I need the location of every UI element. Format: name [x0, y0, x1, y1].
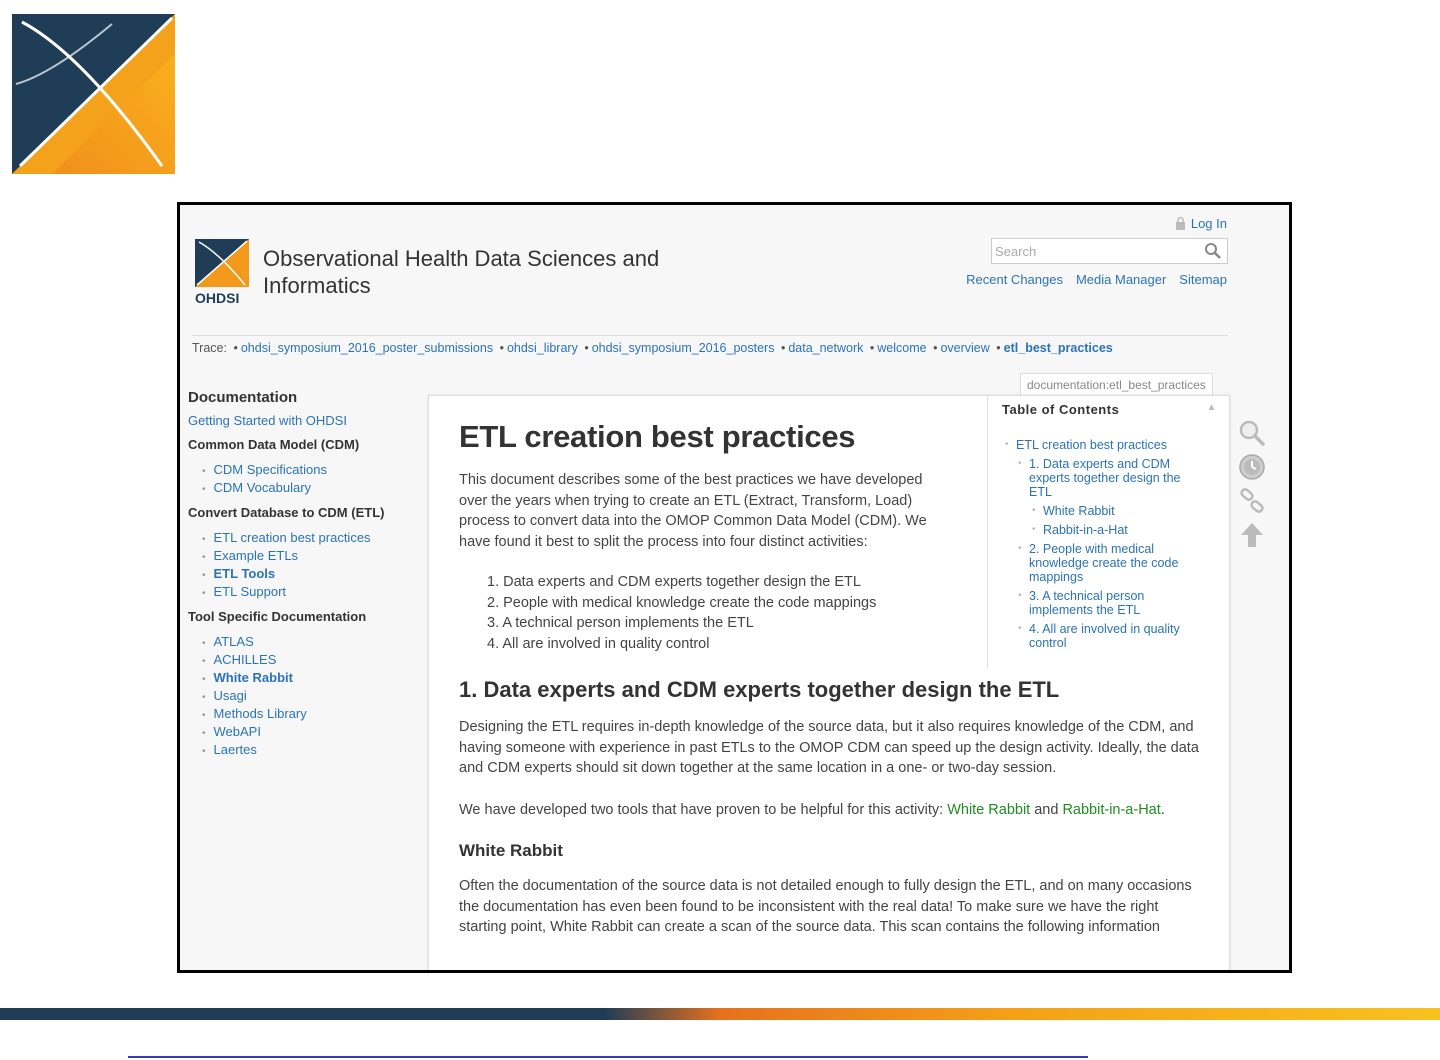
list-item: 3. A technical person implements the ETL	[487, 615, 754, 631]
search-box	[991, 238, 1228, 264]
sidebar-item: White Rabbit	[202, 669, 418, 687]
page-id-tab: documentation:etl_best_practices	[1020, 373, 1213, 396]
sidebar-section-title: Common Data Model (CDM)	[188, 437, 360, 452]
paragraph: Often the documentation of the source da…	[459, 878, 1192, 935]
rabbit-in-a-hat-link[interactable]: Rabbit-in-a-Hat	[1062, 802, 1160, 818]
toc-title: Table of Contents	[1002, 402, 1120, 417]
site-title[interactable]: Observational Health Data Sciences and I…	[263, 245, 703, 299]
arrow-up-icon[interactable]	[1238, 521, 1266, 549]
sidebar-item-example-etls[interactable]: Example ETLs	[214, 548, 299, 563]
footer-gradient-bar	[0, 1008, 1440, 1020]
sidebar-item-atlas[interactable]: ATLAS	[214, 634, 254, 649]
sidebar-item: ACHILLES	[202, 651, 418, 669]
sidebar-section-title: Tool Specific Documentation	[188, 609, 367, 624]
search-icon[interactable]	[1204, 242, 1222, 260]
lock-icon	[1175, 217, 1185, 230]
sidebar-item: CDM Vocabulary	[202, 479, 418, 497]
sidebar-item-etl-support[interactable]: ETL Support	[214, 584, 287, 599]
sidebar-section-title: Convert Database to CDM (ETL)	[188, 505, 385, 520]
sidebar-item: CDM Specifications	[202, 461, 418, 479]
subsection-heading: White Rabbit	[459, 841, 563, 860]
sitemap-link[interactable]: Sitemap	[1179, 272, 1227, 287]
trace-label: Trace:	[192, 341, 227, 355]
recent-changes-link[interactable]: Recent Changes	[966, 272, 1063, 287]
trace-item[interactable]: data_network	[788, 341, 863, 355]
steps-list: 1. Data experts and CDM experts together…	[487, 572, 1199, 654]
paragraph: Designing the ETL requires in-depth know…	[459, 719, 1199, 776]
breadcrumb: Trace: • ohdsi_symposium_2016_poster_subm…	[192, 335, 1228, 355]
magnifier-tool-icon[interactable]	[1238, 419, 1266, 447]
sidebar: Documentation Getting Started with OHDSI…	[188, 389, 418, 759]
sidebar-item: Usagi	[202, 687, 418, 705]
list-item: 1. Data experts and CDM experts together…	[487, 574, 861, 590]
svg-text:OHDSI: OHDSI	[195, 290, 239, 306]
login-label[interactable]: Log In	[1191, 216, 1227, 231]
main-content: Table of Contents ▲ ETL creation best pr…	[428, 395, 1230, 970]
paragraph: We have developed two tools that have pr…	[459, 800, 1199, 821]
sidebar-item-etl-tools[interactable]: ETL Tools	[214, 566, 276, 581]
paragraph-text: We have developed two tools that have pr…	[459, 801, 948, 818]
sidebar-item-cdm-vocabulary[interactable]: CDM Vocabulary	[214, 480, 312, 495]
white-rabbit-link[interactable]: White Rabbit	[947, 802, 1030, 818]
trace-item[interactable]: ohdsi_library	[507, 341, 578, 355]
sidebar-item-etl-best-practices[interactable]: ETL creation best practices	[214, 530, 371, 545]
sidebar-item-white-rabbit[interactable]: White Rabbit	[214, 670, 293, 685]
section-heading: 1. Data experts and CDM experts together…	[459, 677, 1060, 702]
media-manager-link[interactable]: Media Manager	[1076, 272, 1166, 287]
wiki-screenshot: OHDSI Observational Health Data Sciences…	[177, 202, 1292, 973]
paragraph-text: .	[1160, 801, 1165, 818]
sidebar-item: ATLAS	[202, 633, 418, 651]
trace-item[interactable]: welcome	[877, 341, 926, 355]
sidebar-item-usagi[interactable]: Usagi	[214, 688, 247, 703]
clock-icon[interactable]	[1238, 453, 1266, 481]
sidebar-item: Example ETLs	[202, 547, 418, 565]
sidebar-item: ETL Tools	[202, 565, 418, 583]
search-input[interactable]	[992, 239, 1192, 263]
sidebar-item-webapi[interactable]: WebAPI	[214, 724, 261, 739]
sidebar-item-laertes[interactable]: Laertes	[214, 742, 257, 757]
page-title: ETL creation best practices	[459, 419, 856, 454]
login-link[interactable]: Log In	[1175, 216, 1227, 231]
sidebar-item-achilles[interactable]: ACHILLES	[214, 652, 277, 667]
sidebar-item: WebAPI	[202, 723, 418, 741]
ohdsi-logo[interactable]: OHDSI	[195, 239, 249, 309]
paragraph-text: and	[1030, 801, 1063, 818]
sidebar-item: Laertes	[202, 741, 418, 759]
sidebar-item: ETL creation best practices	[202, 529, 418, 547]
sidebar-item-methods-library[interactable]: Methods Library	[214, 706, 307, 721]
list-item: 2. People with medical knowledge create …	[487, 594, 877, 611]
trace-item[interactable]: ohdsi_symposium_2016_poster_submissions	[241, 341, 493, 355]
list-item: 4. All are involved in quality control	[487, 635, 710, 652]
sidebar-item-cdm-specifications[interactable]: CDM Specifications	[214, 462, 327, 477]
sidebar-heading: Documentation	[188, 389, 298, 406]
footer-rule	[128, 1056, 1088, 1058]
trace-item[interactable]: ohdsi_symposium_2016_posters	[592, 341, 775, 355]
article: ETL creation best practices This documen…	[459, 418, 1199, 938]
sidebar-item-getting-started[interactable]: Getting Started with OHDSI	[188, 413, 418, 428]
trace-current[interactable]: etl_best_practices	[1004, 341, 1113, 355]
ohdsi-slide-logo	[12, 14, 175, 174]
link-icon[interactable]	[1238, 487, 1266, 515]
page-tools	[1238, 419, 1268, 555]
trace-item[interactable]: overview	[940, 341, 989, 355]
utility-links: Recent Changes Media Manager Sitemap	[966, 272, 1227, 287]
intro-paragraph: This document describes some of the best…	[459, 472, 927, 550]
toc-collapse-icon[interactable]: ▲	[1207, 402, 1217, 417]
sidebar-item: Methods Library	[202, 705, 418, 723]
sidebar-item: ETL Support	[202, 583, 418, 601]
